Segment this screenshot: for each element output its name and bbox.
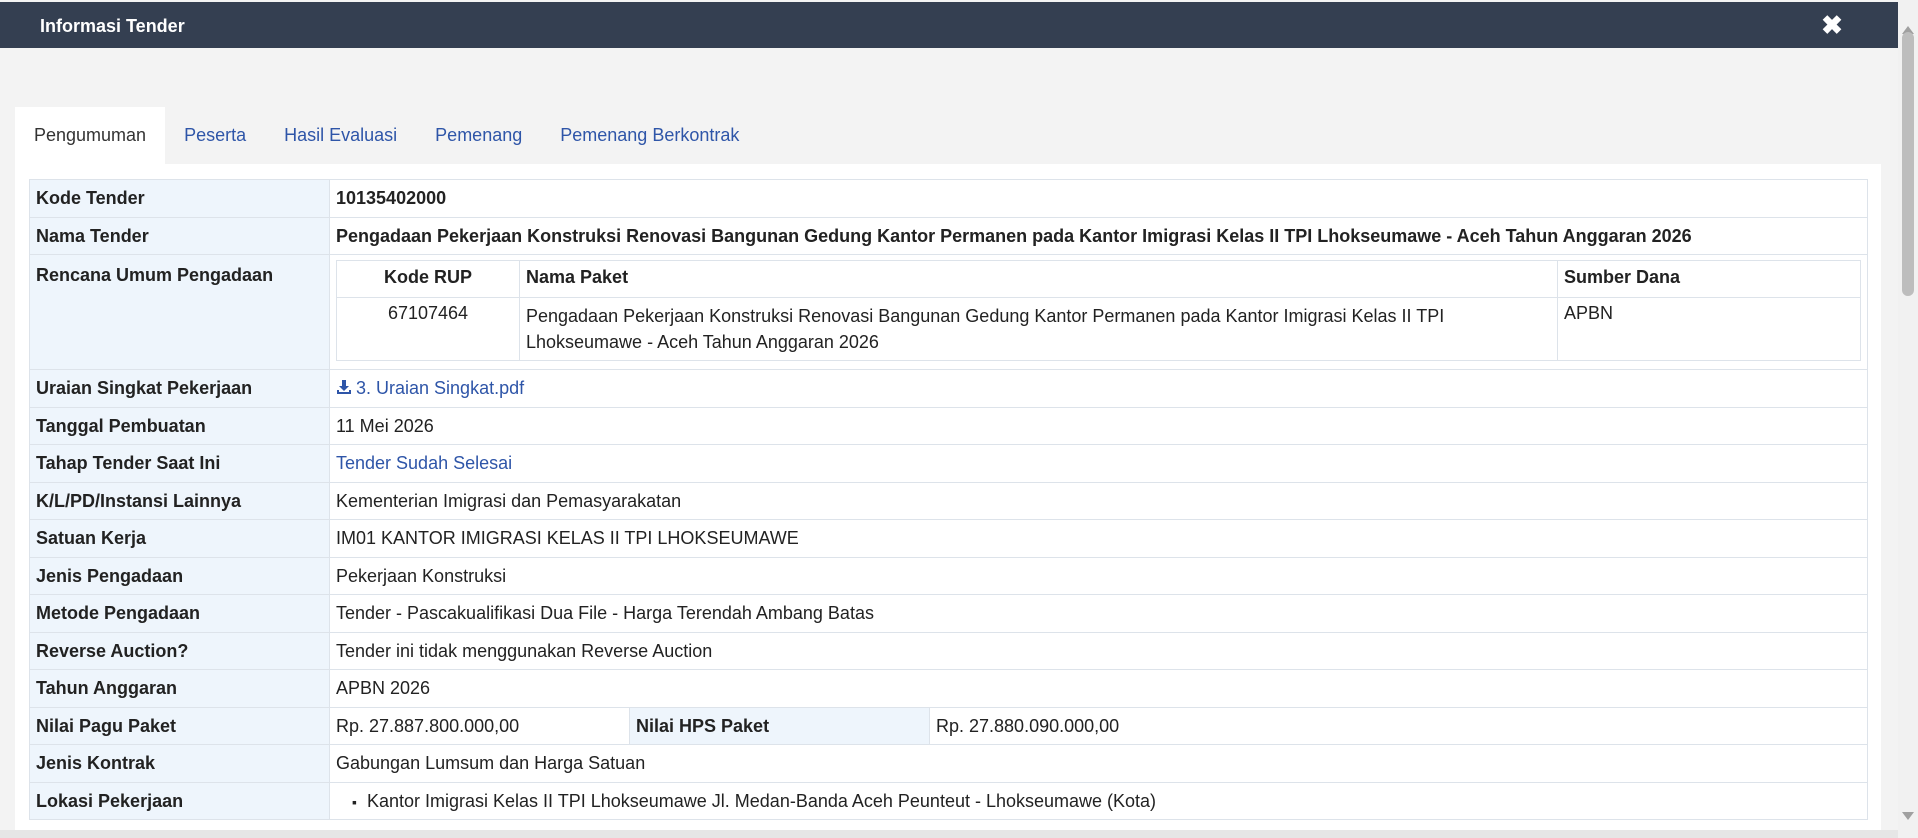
- rup-header-kode: Kode RUP: [336, 260, 520, 298]
- tab-bar: Pengumuman Peserta Hasil Evaluasi Pemena…: [15, 107, 758, 165]
- rup-cell: Kode RUP Nama Paket Sumber Dana 67107464…: [329, 254, 1868, 370]
- uraian-download-link[interactable]: 3. Uraian Singkat.pdf: [336, 378, 524, 398]
- label-pagu: Nilai Pagu Paket: [29, 707, 330, 745]
- label-tahun: Tahun Anggaran: [29, 669, 330, 708]
- value-lokasi-cell: Kantor Imigrasi Kelas II TPI Lhokseumawe…: [329, 782, 1868, 820]
- value-pagu: Rp. 27.887.800.000,00: [329, 707, 630, 745]
- label-kode-tender: Kode Tender: [29, 179, 330, 218]
- label-jenis: Jenis Pengadaan: [29, 557, 330, 595]
- value-reverse: Tender ini tidak menggunakan Reverse Auc…: [329, 632, 1868, 670]
- row-pagu-hps: Nilai Pagu Paket Rp. 27.887.800.000,00 N…: [29, 707, 1868, 745]
- download-icon: [337, 380, 351, 394]
- row-tanggal: Tanggal Pembuatan 11 Mei 2026: [29, 407, 1868, 445]
- label-tanggal: Tanggal Pembuatan: [29, 407, 330, 445]
- value-klpd: Kementerian Imigrasi dan Pemasyarakatan: [329, 482, 1868, 520]
- row-tahap: Tahap Tender Saat Ini Tender Sudah Seles…: [29, 444, 1868, 483]
- value-tahap-cell: Tender Sudah Selesai: [329, 444, 1868, 483]
- row-kontrak: Jenis Kontrak Gabungan Lumsum dan Harga …: [29, 744, 1868, 783]
- label-lokasi: Lokasi Pekerjaan: [29, 782, 330, 820]
- rup-header-row: Kode RUP Nama Paket Sumber Dana: [336, 260, 1861, 298]
- value-nama-tender: Pengadaan Pekerjaan Konstruksi Renovasi …: [329, 217, 1868, 255]
- value-hps: Rp. 27.880.090.000,00: [929, 707, 1868, 745]
- label-reverse: Reverse Auction?: [29, 632, 330, 670]
- close-icon[interactable]: ✖: [1821, 12, 1843, 38]
- label-hps: Nilai HPS Paket: [629, 707, 930, 745]
- row-tahun: Tahun Anggaran APBN 2026: [29, 669, 1868, 708]
- tab-pemenang-berkontrak[interactable]: Pemenang Berkontrak: [541, 107, 758, 165]
- tab-pemenang[interactable]: Pemenang: [416, 107, 541, 165]
- rup-header-nama: Nama Paket: [519, 260, 1558, 298]
- rup-table: Kode RUP Nama Paket Sumber Dana 67107464…: [336, 260, 1861, 361]
- value-metode: Tender - Pascakualifikasi Dua File - Har…: [329, 594, 1868, 633]
- tab-peserta[interactable]: Peserta: [165, 107, 265, 165]
- value-uraian: 3. Uraian Singkat.pdf: [329, 369, 1868, 408]
- row-rup: Rencana Umum Pengadaan Kode RUP Nama Pak…: [29, 254, 1868, 370]
- uraian-file-name: 3. Uraian Singkat.pdf: [356, 378, 525, 398]
- label-rup: Rencana Umum Pengadaan: [29, 254, 330, 370]
- value-satker: IM01 KANTOR IMIGRASI KELAS II TPI LHOKSE…: [329, 519, 1868, 558]
- value-kode-tender: 10135402000: [329, 179, 1868, 218]
- tab-pengumuman[interactable]: Pengumuman: [15, 107, 166, 165]
- row-uraian: Uraian Singkat Pekerjaan 3. Uraian Singk…: [29, 369, 1868, 408]
- row-satker: Satuan Kerja IM01 KANTOR IMIGRASI KELAS …: [29, 519, 1868, 558]
- label-klpd: K/L/PD/Instansi Lainnya: [29, 482, 330, 520]
- rup-row: 67107464 Pengadaan Pekerjaan Konstruksi …: [336, 297, 1861, 361]
- row-lokasi: Lokasi Pekerjaan Kantor Imigrasi Kelas I…: [29, 782, 1868, 820]
- modal-title: Informasi Tender: [40, 16, 185, 36]
- value-tanggal: 11 Mei 2026: [329, 407, 1868, 445]
- row-nama-tender: Nama Tender Pengadaan Pekerjaan Konstruk…: [29, 217, 1868, 255]
- row-kode-tender: Kode Tender 10135402000: [29, 179, 1868, 218]
- vertical-scrollbar[interactable]: [1898, 0, 1918, 838]
- scroll-down-arrow-icon[interactable]: [1902, 812, 1914, 820]
- horizontal-scrollbar[interactable]: [0, 830, 1898, 838]
- label-uraian: Uraian Singkat Pekerjaan: [29, 369, 330, 408]
- tahap-link[interactable]: Tender Sudah Selesai: [336, 453, 512, 473]
- rup-header-sumber: Sumber Dana: [1557, 260, 1861, 298]
- row-jenis: Jenis Pengadaan Pekerjaan Konstruksi: [29, 557, 1868, 595]
- value-tahun: APBN 2026: [329, 669, 1868, 708]
- row-reverse: Reverse Auction? Tender ini tidak menggu…: [29, 632, 1868, 670]
- lokasi-item: Kantor Imigrasi Kelas II TPI Lhokseumawe…: [352, 791, 1861, 812]
- modal-header: Informasi Tender ✖: [0, 2, 1898, 48]
- scroll-thumb[interactable]: [1902, 32, 1914, 296]
- tender-info-table: Kode Tender 10135402000 Nama Tender Peng…: [29, 179, 1868, 820]
- label-nama-tender: Nama Tender: [29, 217, 330, 255]
- value-jenis: Pekerjaan Konstruksi: [329, 557, 1868, 595]
- label-satker: Satuan Kerja: [29, 519, 330, 558]
- value-kontrak: Gabungan Lumsum dan Harga Satuan: [329, 744, 1868, 783]
- row-klpd: K/L/PD/Instansi Lainnya Kementerian Imig…: [29, 482, 1868, 520]
- tab-hasil-evaluasi[interactable]: Hasil Evaluasi: [265, 107, 416, 165]
- rup-kode: 67107464: [336, 297, 520, 361]
- label-kontrak: Jenis Kontrak: [29, 744, 330, 783]
- lokasi-list: Kantor Imigrasi Kelas II TPI Lhokseumawe…: [336, 791, 1861, 812]
- rup-nama: Pengadaan Pekerjaan Konstruksi Renovasi …: [519, 297, 1558, 361]
- label-metode: Metode Pengadaan: [29, 594, 330, 633]
- row-metode: Metode Pengadaan Tender - Pascakualifika…: [29, 594, 1868, 633]
- label-tahap: Tahap Tender Saat Ini: [29, 444, 330, 483]
- rup-sumber: APBN: [1557, 297, 1861, 361]
